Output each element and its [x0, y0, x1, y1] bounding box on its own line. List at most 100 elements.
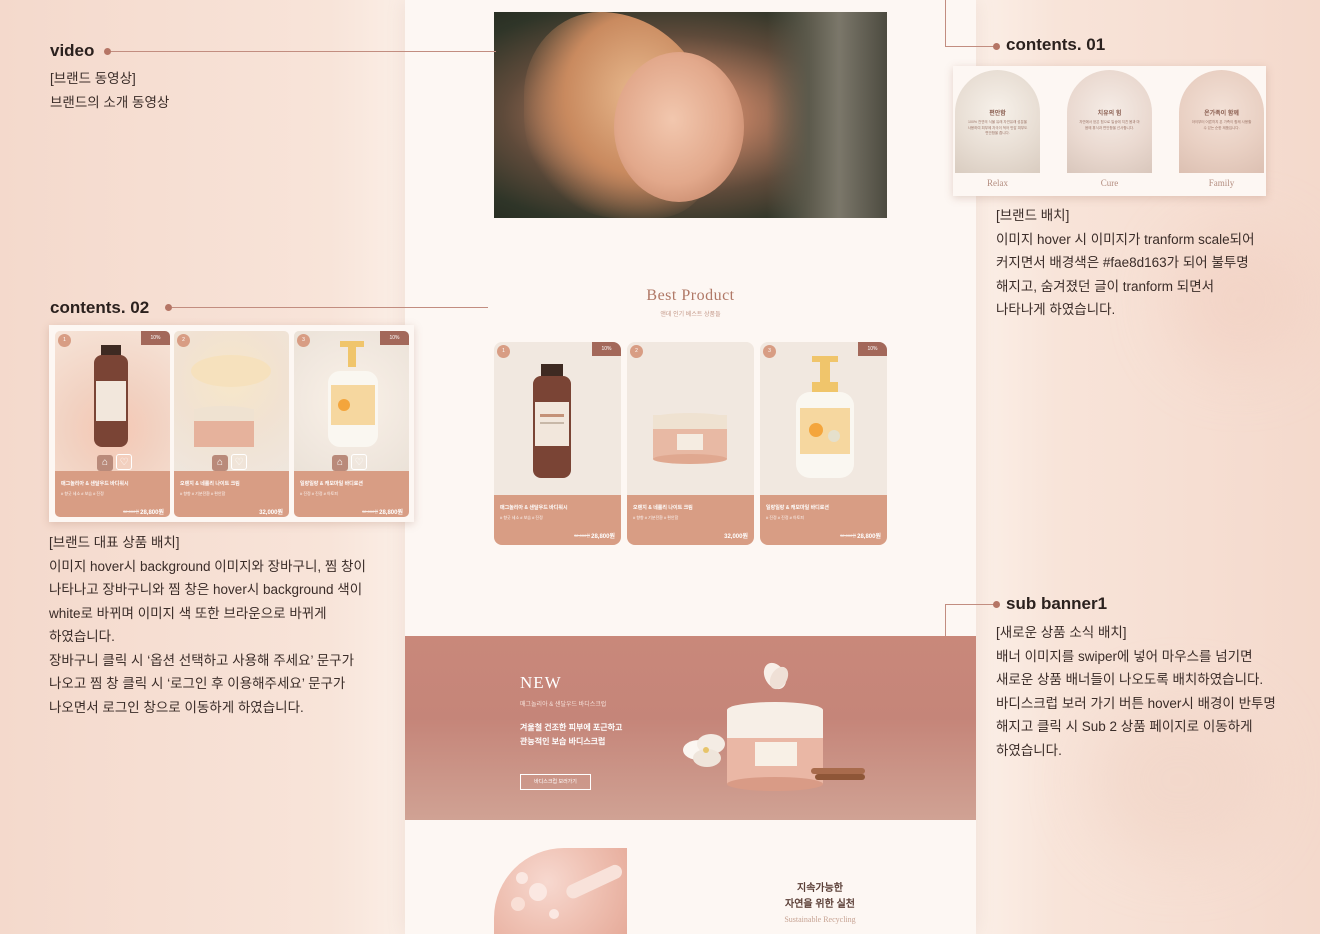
product-name: 오렌지 & 네롤리 나이트 크림	[180, 481, 240, 487]
product-tags: # 향향 # 기분전환 # 편안함	[633, 515, 679, 520]
cart-icon[interactable]: ⌂	[97, 455, 113, 471]
lotion-pump-icon	[796, 356, 854, 478]
annotation-contents01-text: [브랜드 배치] 이미지 hover 시 이미지가 tranform scale…	[996, 208, 1255, 317]
arch-label: Cure	[1100, 178, 1119, 188]
banner-new-label: NEW	[520, 673, 562, 692]
product-info: 매그놀리아 & 샌달우드 바디워시 # 향긋 세소 # 보습 # 진정 32,0…	[494, 495, 621, 545]
cart-icon[interactable]: ⌂	[212, 455, 228, 471]
product-info: 일랑일랑 & 캐모마일 바디로션 # 진정 # 진정 # 아토피 32,000원…	[760, 495, 887, 545]
best-product-subtitle: 앤데 인기 베스트 상품들	[660, 312, 721, 318]
product-card[interactable]: 1 10% 매그놀리아 & 샌달우드 바디워시 # 향긋 세소 # 보습 # 진…	[494, 342, 621, 545]
discount-badge: 10%	[592, 342, 621, 356]
product-card[interactable]: 3 10% 일랑일랑 & 캐모마일 바디로션 # 진정 # 진정 # 아토피 3…	[760, 342, 887, 545]
product-tags: # 향향 # 기분전환 # 편안함	[180, 491, 226, 496]
heart-icon[interactable]: ♡	[231, 454, 247, 470]
annotation-contents02-title: contents. 02	[50, 298, 150, 317]
old-price: 32,000원	[840, 533, 856, 538]
card-icons: ⌂ ♡	[97, 452, 137, 471]
magnolia-flower-icon	[683, 734, 725, 767]
brand-arch-cure[interactable]: 치유의 힘 자연에서 얻은 힘으로 일상에 지친 몸과 마음에 휴식과 편안함을…	[1067, 70, 1152, 173]
product-image	[760, 342, 887, 495]
annotation-subbanner-text: [새로운 상품 소식 배치] 배너 이미지를 swiper에 넣어 마우스를 넘…	[996, 625, 1276, 758]
cart-icon[interactable]: ⌂	[332, 455, 348, 471]
product-tags: # 향긋 세소 # 보습 # 진정	[61, 491, 104, 496]
product-price: 28,800원	[379, 510, 403, 516]
annotation-dot	[165, 304, 172, 311]
banner-line: 겨울철 건조한 피부에 포근하고	[520, 723, 623, 732]
sub-banner[interactable]: NEW 매그놀리아 & 샌달우드 바디스크럽 겨울철 건조한 피부에 포근하고 …	[405, 636, 976, 820]
card-icons: ⌂ ♡	[332, 452, 372, 471]
hover-image	[174, 331, 289, 471]
product-price: 28,800원	[140, 510, 164, 516]
old-price: 32,000원	[574, 533, 590, 538]
discount-badge: 10%	[380, 331, 409, 345]
product-price: 28,800원	[857, 534, 881, 540]
magnolia-top-icon	[763, 662, 789, 690]
bodywash-bottle-icon	[94, 345, 128, 447]
annotation-subbanner-title: sub banner1	[1006, 594, 1108, 613]
annotation-video-text: [브랜드 동영상] 브랜드의 소개 동영상	[50, 71, 170, 110]
annotation-line	[945, 0, 946, 47]
hover-card[interactable]: 2 ⌂ ♡ 오렌지 & 네롤리 나이트 크림 # 향향 # 기분전환 # 편안함 …	[174, 331, 289, 517]
rank-badge: 1	[58, 334, 71, 347]
hover-card[interactable]: 3 10% ⌂ ♡ 일랑일랑 & 캐모마일 바디로션 # 진정 # 진정 # 아토…	[294, 331, 409, 517]
product-info: 오렌지 & 네롤리 나이트 크림 # 향향 # 기분전환 # 편안함 32,00…	[627, 495, 754, 545]
contents02-preview: 1 10% ⌂ ♡ 매그놀리아 & 샌달우드 바디워시 # 향긋 세소 # 보습 …	[49, 325, 414, 522]
product-name: 매그놀리아 & 샌달우드 바디워시	[500, 505, 568, 511]
cream-jar-icon	[191, 355, 271, 447]
bodyscrub-button[interactable]: 바디스크럽 보러가기	[520, 774, 591, 790]
product-image	[627, 342, 754, 495]
old-price: 32,000원	[362, 509, 378, 514]
hover-image	[294, 331, 409, 471]
sustainable-subtitle: Sustainable Recycling	[784, 915, 856, 924]
lotion-pump-icon	[328, 341, 378, 447]
brand-arch-relax[interactable]: 편안함 100% 천연의 식물 유래 자연유래 성분을 사용하여 피부에 자극이…	[955, 70, 1040, 173]
product-info: 일랑일랑 & 캐모마일 바디로션 # 진정 # 진정 # 아토피 32,000원…	[294, 471, 409, 517]
annotation-line	[945, 604, 995, 605]
annotation-line	[945, 46, 995, 47]
brand-arch-family[interactable]: 온가족이 함께 아이부터 어른까지 온 가족이 함께 사용할 수 있는 순한 제…	[1179, 70, 1264, 173]
product-tags: # 향긋 세소 # 보습 # 진정	[500, 515, 543, 520]
product-info: 매그놀리아 & 샌달우드 바디워시 # 향긋 세소 # 보습 # 진정 32,0…	[55, 471, 170, 517]
hover-card[interactable]: 1 10% ⌂ ♡ 매그놀리아 & 샌달우드 바디워시 # 향긋 세소 # 보습 …	[55, 331, 170, 517]
rank-badge: 2	[177, 334, 190, 347]
cream-jar-icon	[653, 413, 727, 464]
best-product-title: Best Product	[646, 287, 735, 304]
discount-badge: 10%	[858, 342, 887, 356]
video-tree	[767, 12, 887, 218]
product-tags: # 진정 # 진정 # 아토피	[766, 515, 804, 520]
heart-icon[interactable]: ♡	[351, 454, 367, 470]
brand-video[interactable]	[494, 12, 887, 218]
product-price: 32,000원	[259, 510, 283, 516]
hover-image	[55, 331, 170, 471]
product-name: 일랑일랑 & 캐모마일 바디로션	[766, 505, 829, 511]
cinnamon-icon	[811, 768, 865, 780]
annotation-dot	[104, 48, 111, 55]
banner-line: 관능적인 보습 바디스크럽	[520, 737, 606, 746]
product-name: 매그놀리아 & 샌달우드 바디워시	[61, 481, 129, 487]
sustainable-title: 자연을 위한 실천	[785, 899, 855, 910]
product-price: 28,800원	[591, 534, 615, 540]
banner-caption: 매그놀리아 & 샌달우드 바디스크럽	[520, 702, 607, 708]
rank-badge: 3	[297, 334, 310, 347]
arch-label: Relax	[987, 178, 1008, 188]
arch-label: Family	[1208, 178, 1235, 188]
annotation-line	[111, 51, 496, 52]
annotation-video-title: video	[50, 41, 95, 60]
discount-badge: 10%	[141, 331, 170, 345]
heart-icon[interactable]: ♡	[116, 454, 132, 470]
product-name: 일랑일랑 & 캐모마일 바디로션	[300, 481, 363, 487]
product-card[interactable]: 2 오렌지 & 네롤리 나이트 크림 # 향향 # 기분전환 # 편안함 32,…	[627, 342, 754, 545]
rank-badge: 1	[497, 345, 510, 358]
sustainable-image	[494, 848, 627, 934]
page-preview: Best Product 앤데 인기 베스트 상품들 1 10% 매그놀리아 &…	[405, 0, 976, 934]
product-info: 오렌지 & 네롤리 나이트 크림 # 향향 # 기분전환 # 편안함 32,00…	[174, 471, 289, 517]
annotation-dot	[993, 601, 1000, 608]
sustainable-title: 지속가능한	[797, 883, 843, 894]
product-image	[494, 342, 621, 495]
rank-badge: 2	[630, 345, 643, 358]
card-icons: ⌂ ♡	[212, 452, 252, 471]
annotation-contents02-text: [브랜드 대표 상품 배치] 이미지 hover시 background 이미지…	[49, 535, 366, 715]
product-name: 오렌지 & 네롤리 나이트 크림	[633, 505, 693, 511]
annotation-dot	[993, 43, 1000, 50]
